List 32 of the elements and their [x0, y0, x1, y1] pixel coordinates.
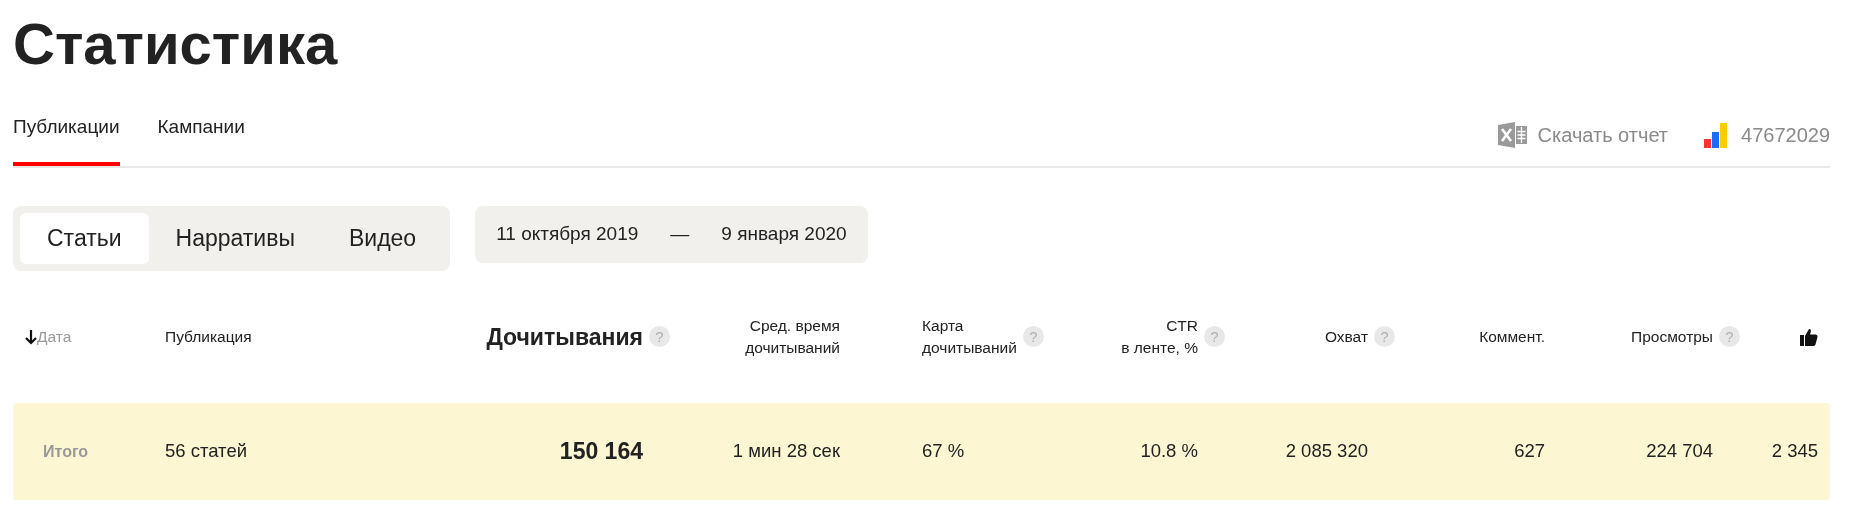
column-header[interactable]: Коммент. — [1479, 325, 1545, 348]
page-title: Статистика — [13, 10, 339, 78]
table-cell: 150 164 — [559, 437, 643, 464]
table-cell: 2 085 320 — [1285, 440, 1368, 462]
tab[interactable]: Публикации — [13, 104, 120, 166]
bar-chart-icon — [1704, 122, 1727, 148]
segment-tab[interactable]: Нарративы — [148, 213, 322, 264]
column-header[interactable]: CTR в ленте, % — [1121, 314, 1198, 359]
table-cell: 1 мин 28 сек — [732, 440, 840, 462]
table-cell: 224 704 — [1646, 440, 1713, 462]
segment-tab[interactable]: Статьи — [20, 213, 149, 264]
column-header[interactable]: Просмотры — [1631, 325, 1713, 348]
thumbs-up-icon[interactable] — [1800, 327, 1818, 346]
table-cell: 627 — [1514, 440, 1545, 462]
table-cell: Итого — [43, 443, 89, 461]
table-cell: 2 345 — [1771, 440, 1818, 462]
column-header[interactable]: Публикация — [165, 325, 252, 348]
spreadsheet-icon — [1497, 122, 1528, 148]
column-header[interactable]: Сред. время дочитываний — [745, 314, 840, 359]
table-cell: 56 статей — [165, 440, 247, 462]
account-id: 47672029 — [1741, 123, 1830, 148]
column-header[interactable]: Охват — [1324, 325, 1368, 348]
column-header[interactable]: Карта дочитываний — [922, 314, 1017, 359]
end-date: 9 января 2020 — [721, 222, 847, 247]
table-cell: 10.8 % — [1140, 440, 1198, 462]
tab[interactable]: Кампании — [157, 104, 245, 166]
start-date: 11 октября 2019 — [496, 222, 639, 247]
column-header[interactable]: Дочитывания — [486, 325, 643, 348]
date-range-picker[interactable]: 11 октября 2019 — 9 января 2020 — [475, 206, 868, 263]
date-separator: — — [670, 222, 690, 247]
table-cell: 67 % — [922, 440, 965, 462]
segment-tab[interactable]: Видео — [321, 213, 444, 264]
